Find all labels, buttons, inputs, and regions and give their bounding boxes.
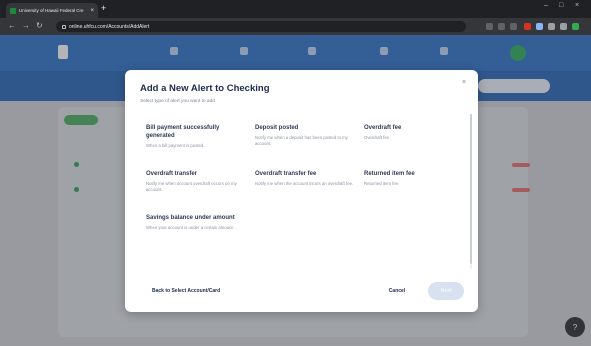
new-tab-icon[interactable]: +: [101, 3, 106, 14]
forward-arrow-icon[interactable]: →: [22, 21, 30, 31]
address-bar[interactable]: online.uhfcu.com/Accounts/AddAlert: [56, 21, 466, 32]
alert-option-title: Overdraft fee: [364, 125, 402, 131]
next-button[interactable]: Next: [428, 282, 464, 300]
alert-option-description: Notify me when account overdraft occurs …: [146, 181, 237, 192]
url-text: online.uhfcu.com/Accounts/AddAlert: [69, 23, 150, 30]
alert-option-description: Notify me when the account incurs an ove…: [255, 181, 354, 186]
alert-option-savings-balance[interactable]: Savings balance under amount When your a…: [146, 214, 246, 258]
alert-option-description: Notify me when a deposit has been posted…: [255, 135, 348, 146]
add-alert-modal: Add a New Alert to Checking Select type …: [125, 70, 478, 312]
star-icon[interactable]: [510, 23, 517, 30]
cancel-button[interactable]: Cancel: [380, 283, 414, 299]
share-icon[interactable]: [498, 23, 505, 30]
alert-option-overdraft-fee[interactable]: Overdraft fee Overdraft fee: [364, 124, 464, 162]
alert-option-description: When your account is under a certain amo…: [146, 225, 234, 230]
alert-option-description: Returned item fee: [364, 181, 399, 186]
profile-icon[interactable]: [572, 23, 579, 30]
modal-footer: Back to Select Account/Card Cancel Next: [125, 275, 478, 312]
back-to-select-account-link[interactable]: Back to Select Account/Card: [152, 288, 220, 294]
site-favicon-icon: [10, 7, 16, 14]
reload-icon[interactable]: ↻: [36, 21, 43, 31]
alert-option-title: Returned item fee: [364, 171, 415, 177]
minimize-icon[interactable]: –: [544, 2, 548, 9]
modal-subtitle: Select type of alert you want to add: [140, 99, 215, 104]
browser-tab-bar: University of Hawaii Federal Cre × + – □…: [0, 0, 591, 18]
alert-option-title: Overdraft transfer: [146, 171, 198, 177]
close-icon[interactable]: ×: [462, 79, 466, 86]
key-icon[interactable]: [486, 23, 493, 30]
alert-option-description: Overdraft fee: [364, 135, 390, 140]
download-icon[interactable]: [548, 23, 555, 30]
maximize-icon[interactable]: □: [559, 2, 563, 9]
modal-scrollbar-thumb[interactable]: [470, 114, 472, 264]
browser-toolbar: ← → ↻ online.uhfcu.com/Accounts/AddAlert: [0, 18, 591, 35]
alert-option-title: Savings balance under amount: [146, 215, 235, 221]
alert-option-description: When a bill payment is posted.: [146, 143, 205, 148]
tab-title: University of Hawaii Federal Cre: [19, 8, 84, 13]
tab-close-icon[interactable]: ×: [90, 8, 94, 14]
alert-option-title: Overdraft transfer fee: [255, 171, 317, 177]
extension-puzzle-icon[interactable]: [536, 23, 543, 30]
alert-option-returned-item-fee[interactable]: Returned item fee Returned item fee: [364, 170, 464, 208]
lock-icon: [62, 24, 66, 29]
alert-option-overdraft-transfer[interactable]: Overdraft transfer Notify me when accoun…: [146, 170, 246, 208]
extension-red-icon[interactable]: [524, 23, 531, 30]
alert-option-bill-payment[interactable]: Bill payment successfully generated When…: [146, 124, 246, 162]
side-panel-icon[interactable]: [560, 23, 567, 30]
back-arrow-icon[interactable]: ←: [8, 21, 16, 31]
alert-option-title: Bill payment successfully generated: [146, 125, 220, 139]
browser-tab[interactable]: University of Hawaii Federal Cre ×: [6, 3, 98, 18]
alert-option-overdraft-transfer-fee[interactable]: Overdraft transfer fee Notify me when th…: [255, 170, 355, 208]
window-close-icon[interactable]: ×: [575, 2, 579, 9]
alert-option-deposit-posted[interactable]: Deposit posted Notify me when a deposit …: [255, 124, 355, 162]
modal-title: Add a New Alert to Checking: [140, 83, 270, 94]
alert-option-title: Deposit posted: [255, 125, 299, 131]
